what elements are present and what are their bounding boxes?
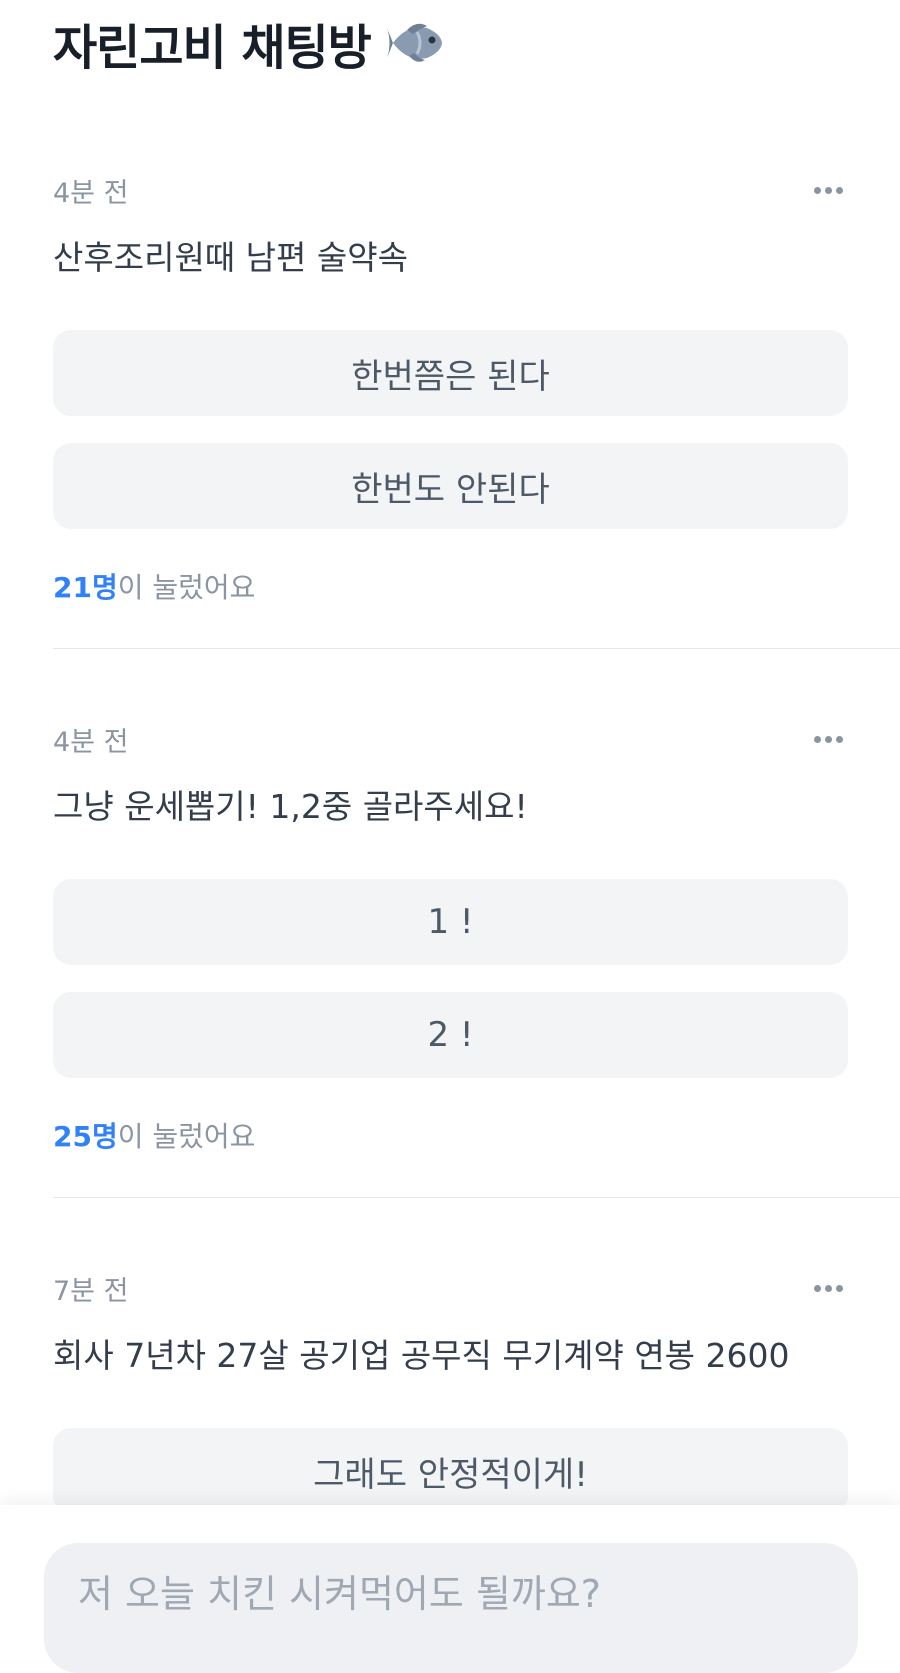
more-dot-icon — [835, 1284, 843, 1292]
more-dot-icon — [813, 186, 821, 194]
post-divider — [53, 1197, 900, 1198]
poll-post: 7분 전 회사 7년차 27살 공기업 공무직 무기계약 연봉 2600 그래도… — [0, 1258, 900, 1514]
post-time: 4분 전 — [53, 177, 129, 209]
poll-question: 회사 7년차 27살 공기업 공무직 무기계약 연봉 2600 — [53, 1336, 790, 1375]
poll-option-button[interactable]: 1 ! — [53, 879, 848, 965]
poll-feed: 4분 전 산후조리원때 남편 술약속 한번쯤은 된다 한번도 안된다 21명 이 … — [0, 160, 900, 1541]
vote-count-suffix: 이 눌렀어요 — [117, 571, 256, 604]
more-dot-icon — [824, 186, 832, 194]
chat-input[interactable] — [44, 1543, 858, 1673]
poll-question: 산후조리원때 남편 술약속 — [53, 238, 408, 277]
more-dot-icon — [813, 1284, 821, 1292]
post-meta: 4분 전 — [53, 160, 848, 220]
fish-icon — [386, 18, 445, 68]
vote-count-number: 21명 — [53, 571, 118, 604]
more-options-button[interactable] — [808, 1268, 848, 1308]
post-meta: 4분 전 — [53, 709, 848, 769]
poll-option-button[interactable]: 한번도 안된다 — [53, 443, 848, 529]
post-time: 4분 전 — [53, 726, 129, 758]
poll-option-button[interactable]: 2 ! — [53, 992, 848, 1078]
poll-options: 1 ! 2 ! — [53, 879, 900, 1078]
chat-input-bar — [0, 1505, 900, 1673]
more-dot-icon — [813, 735, 821, 743]
vote-count: 21명 이 눌렀어요 — [53, 556, 900, 616]
post-time: 7분 전 — [53, 1275, 129, 1307]
more-dot-icon — [835, 735, 843, 743]
poll-option-button[interactable]: 그래도 안정적이게! — [53, 1428, 848, 1514]
more-dot-icon — [824, 735, 832, 743]
post-divider — [53, 648, 900, 649]
more-options-button[interactable] — [808, 170, 848, 210]
page-header: 자린고비 채팅방 — [53, 8, 445, 78]
poll-post: 4분 전 산후조리원때 남편 술약속 한번쯤은 된다 한번도 안된다 21명 이 … — [0, 160, 900, 649]
poll-post: 4분 전 그냥 운세뽑기! 1,2중 골라주세요! 1 ! 2 ! 25명 이 눌… — [0, 709, 900, 1198]
poll-options: 한번쯤은 된다 한번도 안된다 — [53, 330, 900, 529]
more-options-button[interactable] — [808, 719, 848, 759]
vote-count-number: 25명 — [53, 1120, 118, 1153]
more-dot-icon — [824, 1284, 832, 1292]
poll-options: 그래도 안정적이게! — [53, 1428, 900, 1514]
poll-question: 그냥 운세뽑기! 1,2중 골라주세요! — [53, 787, 528, 826]
vote-count: 25명 이 눌렀어요 — [53, 1105, 900, 1165]
poll-option-button[interactable]: 한번쯤은 된다 — [53, 330, 848, 416]
more-dot-icon — [835, 186, 843, 194]
post-meta: 7분 전 — [53, 1258, 848, 1318]
vote-count-suffix: 이 눌렀어요 — [117, 1120, 256, 1153]
page-title: 자린고비 채팅방 — [53, 20, 372, 76]
